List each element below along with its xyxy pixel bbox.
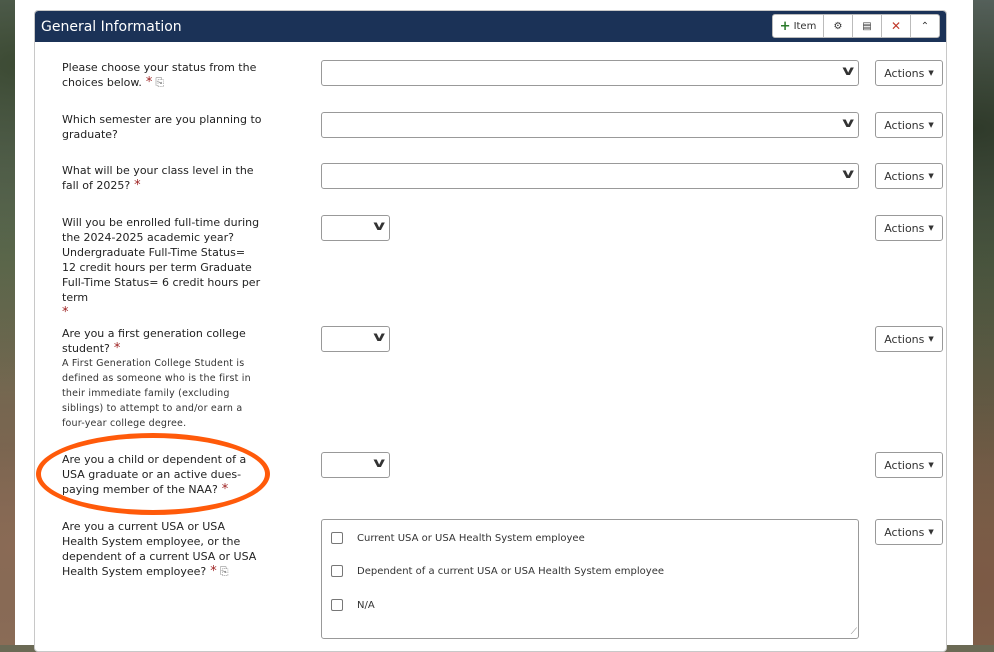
actions-button[interactable]: Actions ▼	[875, 452, 943, 478]
graduation-semester-select[interactable]: v	[321, 112, 859, 138]
chevron-up-icon: ⌃	[920, 20, 930, 32]
question-row: Are you a first generation college stude…	[62, 326, 943, 436]
actions-label: Actions	[884, 118, 925, 132]
caret-down-icon: ▼	[928, 461, 934, 469]
panel-title: General Information	[41, 18, 182, 35]
caret-down-icon: ▼	[928, 528, 934, 536]
question-label: Are you a current USA or USA Health Syst…	[62, 519, 262, 579]
resize-handle-icon[interactable]: ⟋	[851, 627, 857, 637]
question-text: Are you a child or dependent of a USA gr…	[62, 453, 247, 496]
chevron-down-icon: v	[841, 64, 854, 79]
caret-down-icon: ▼	[928, 69, 934, 77]
checkbox[interactable]	[331, 599, 343, 611]
question-text: Will you be enrolled full-time during th…	[62, 216, 261, 304]
copy-button[interactable]: ▤	[852, 14, 882, 38]
question-row: Which semester are you planning to gradu…	[62, 112, 943, 152]
question-row: Please choose your status from the choic…	[62, 60, 943, 100]
copy-stack-icon: ▤	[862, 20, 872, 32]
actions-label: Actions	[884, 332, 925, 346]
add-item-label: Item	[793, 20, 817, 32]
actions-label: Actions	[884, 169, 925, 183]
checkbox-label: Dependent of a current USA or USA Health…	[357, 565, 665, 577]
actions-button[interactable]: Actions ▼	[875, 112, 943, 138]
required-asterisk: *	[134, 178, 141, 193]
question-text: Are you a first generation college stude…	[62, 327, 246, 355]
question-row: Will you be enrolled full-time during th…	[62, 215, 943, 320]
checkbox[interactable]	[331, 565, 343, 577]
caret-down-icon: ▼	[928, 172, 934, 180]
required-asterisk: *	[210, 564, 217, 579]
document-icon: ⎘	[219, 565, 229, 578]
actions-label: Actions	[884, 525, 925, 539]
document-icon: ⎘	[155, 76, 165, 89]
caret-down-icon: ▼	[928, 224, 934, 232]
required-asterisk: *	[221, 482, 229, 497]
actions-label: Actions	[884, 221, 925, 235]
required-asterisk: *	[145, 75, 153, 90]
delete-button[interactable]: ✕	[881, 14, 911, 38]
first-generation-select[interactable]: v	[321, 326, 390, 352]
question-label: Will you be enrolled full-time during th…	[62, 215, 262, 320]
question-label: Which semester are you planning to gradu…	[62, 112, 262, 142]
chevron-down-icon: v	[372, 330, 385, 345]
actions-label: Actions	[884, 458, 925, 472]
actions-button[interactable]: Actions ▼	[875, 215, 943, 241]
required-asterisk: *	[113, 341, 121, 356]
naa-dependent-select[interactable]: v	[321, 452, 390, 478]
collapse-button[interactable]: ⌃	[910, 14, 940, 38]
plus-icon: +	[779, 18, 791, 34]
close-icon: ✕	[890, 19, 902, 33]
actions-button[interactable]: Actions ▼	[875, 163, 943, 189]
question-row: Are you a child or dependent of a USA gr…	[62, 452, 943, 502]
chevron-down-icon: v	[372, 456, 385, 471]
question-label: Are you a first generation college stude…	[62, 326, 262, 431]
checkbox-option[interactable]: Dependent of a current USA or USA Health…	[331, 565, 664, 577]
chevron-down-icon: v	[841, 116, 854, 131]
help-text: A First Generation College Student is de…	[62, 358, 251, 429]
question-text: Which semester are you planning to gradu…	[62, 113, 262, 141]
checkbox[interactable]	[331, 532, 343, 544]
panel-header: General Information + Item ⚙ ▤ ✕ ⌃	[35, 11, 946, 42]
full-time-select[interactable]: v	[321, 215, 390, 241]
chevron-down-icon: v	[841, 167, 854, 182]
general-information-panel: General Information + Item ⚙ ▤ ✕ ⌃ Pleas…	[34, 10, 947, 652]
caret-down-icon: ▼	[928, 335, 934, 343]
panel-toolbar: + Item ⚙ ▤ ✕ ⌃	[772, 14, 940, 38]
checkbox-label: N/A	[357, 599, 375, 611]
question-text: What will be your class level in the fal…	[62, 164, 254, 192]
question-label: Please choose your status from the choic…	[62, 60, 262, 90]
actions-button[interactable]: Actions ▼	[875, 60, 943, 86]
question-label: What will be your class level in the fal…	[62, 163, 262, 193]
settings-button[interactable]: ⚙	[823, 14, 853, 38]
question-row: Are you a current USA or USA Health Syst…	[62, 519, 943, 644]
question-label: Are you a child or dependent of a USA gr…	[62, 452, 262, 497]
class-level-select[interactable]: v	[321, 163, 859, 189]
caret-down-icon: ▼	[928, 121, 934, 129]
chevron-down-icon: v	[372, 219, 385, 234]
checkbox-option[interactable]: Current USA or USA Health System employe…	[331, 532, 585, 544]
question-row: What will be your class level in the fal…	[62, 163, 943, 203]
status-select[interactable]: v	[321, 60, 859, 86]
actions-button[interactable]: Actions ▼	[875, 326, 943, 352]
required-asterisk: *	[62, 305, 69, 320]
gears-icon: ⚙	[833, 20, 843, 32]
checkbox-label: Current USA or USA Health System employe…	[357, 532, 585, 544]
actions-button[interactable]: Actions ▼	[875, 519, 943, 545]
employee-checkbox-group: Current USA or USA Health System employe…	[321, 519, 859, 639]
add-item-button[interactable]: + Item	[772, 14, 824, 38]
actions-label: Actions	[884, 66, 925, 80]
checkbox-option[interactable]: N/A	[331, 599, 375, 611]
